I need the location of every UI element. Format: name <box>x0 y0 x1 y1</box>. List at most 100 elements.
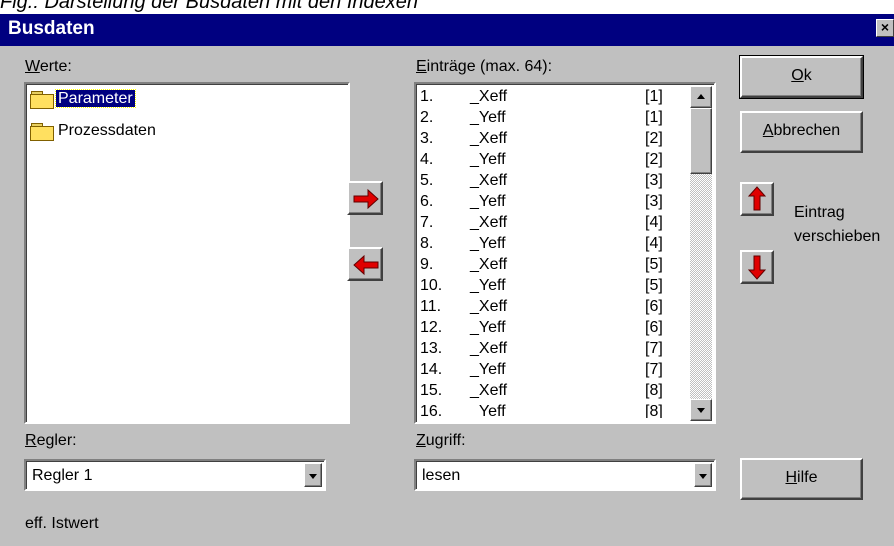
regler-select[interactable]: Regler 1 <box>24 459 326 491</box>
entry-num: 5. <box>420 172 434 189</box>
tree-item-label: Prozessdaten <box>58 122 156 139</box>
list-item[interactable]: 5. _Xeff [3] <box>420 172 690 193</box>
eintraege-label: Einträge (max. 64): <box>416 58 553 75</box>
entry-idx: [8] <box>645 403 663 418</box>
scroll-down-icon <box>697 408 705 413</box>
move-entry-label-1: Eintrag <box>794 204 845 221</box>
chevron-down-icon <box>309 474 317 479</box>
entry-num: 15. <box>420 382 443 399</box>
zugriff-dropdown-button[interactable] <box>694 463 712 487</box>
regler-value: Regler 1 <box>32 467 93 484</box>
entry-idx: [7] <box>645 361 663 378</box>
list-item[interactable]: 11. _Xeff [6] <box>420 298 690 319</box>
list-item[interactable]: 16. _Yeff [8] <box>420 403 690 418</box>
zugriff-value: lesen <box>422 467 461 484</box>
entry-name: _Xeff <box>470 298 508 315</box>
scroll-up-icon <box>697 94 705 99</box>
werte-label: Werte: <box>25 58 72 75</box>
list-item[interactable]: 12. _Yeff [6] <box>420 319 690 340</box>
entry-name: _Yeff <box>470 403 506 418</box>
entry-idx: [8] <box>645 382 663 399</box>
list-item[interactable]: 2. _Yeff [1] <box>420 109 690 130</box>
entry-idx: [1] <box>645 109 663 126</box>
entry-name: _Yeff <box>470 193 506 210</box>
scroll-down-button[interactable] <box>690 399 712 421</box>
eintraege-scrollbar[interactable] <box>690 86 712 421</box>
entry-num: 6. <box>420 193 434 210</box>
regler-dropdown-button[interactable] <box>304 463 322 487</box>
entry-name: _Yeff <box>470 361 506 378</box>
entry-num: 9. <box>420 256 434 273</box>
help-button[interactable]: Hilfe <box>740 458 863 500</box>
entry-name: _Xeff <box>470 382 508 399</box>
list-item[interactable]: 13. _Xeff [7] <box>420 340 690 361</box>
entry-idx: [3] <box>645 193 663 210</box>
regler-label: Regler: <box>25 432 77 449</box>
arrow-down-icon <box>747 255 767 280</box>
folder-icon <box>30 90 54 109</box>
list-item[interactable]: 15. _Xeff [8] <box>420 382 690 403</box>
window-title: Busdaten <box>8 18 95 39</box>
list-item[interactable]: 4. _Yeff [2] <box>420 151 690 172</box>
scroll-up-button[interactable] <box>690 86 712 108</box>
entry-num: 14. <box>420 361 443 378</box>
ok-button[interactable]: Ok <box>739 55 864 99</box>
entry-name: _Yeff <box>470 319 506 336</box>
scroll-thumb[interactable] <box>690 108 712 174</box>
help-button-label: Hilfe <box>785 469 818 486</box>
entry-idx: [1] <box>645 88 663 105</box>
list-item[interactable]: 14. _Yeff [7] <box>420 361 690 382</box>
arrow-up-icon <box>747 186 767 211</box>
arrow-left-icon <box>353 254 379 276</box>
entry-num: 1. <box>420 88 434 105</box>
entry-num: 11. <box>420 298 442 315</box>
tree-item-label: Parameter <box>55 89 136 108</box>
ok-button-label: Ok <box>791 67 812 84</box>
entry-num: 12. <box>420 319 443 336</box>
figure-caption-text: Fig.: Darstellung der Busdaten mit den I… <box>0 0 419 13</box>
list-item[interactable]: 9. _Xeff [5] <box>420 256 690 277</box>
entry-num: 13. <box>420 340 443 357</box>
werte-tree[interactable]: Parameter Prozessdaten <box>24 82 350 424</box>
list-item[interactable]: 7. _Xeff [4] <box>420 214 690 235</box>
entry-name: _Yeff <box>470 151 506 168</box>
entry-name: _Xeff <box>470 214 508 231</box>
move-up-button[interactable] <box>740 182 774 216</box>
entry-idx: [5] <box>645 277 663 294</box>
entry-idx: [2] <box>645 151 663 168</box>
cancel-button[interactable]: Abbrechen <box>740 111 863 153</box>
list-item[interactable]: 6. _Yeff [3] <box>420 193 690 214</box>
entry-idx: [3] <box>645 172 663 189</box>
entry-num: 3. <box>420 130 434 147</box>
entry-idx: [6] <box>645 319 663 336</box>
status-text: eff. Istwert <box>25 515 99 532</box>
remove-entry-button[interactable] <box>347 247 383 281</box>
tree-item-parameter[interactable]: Parameter <box>30 89 136 112</box>
entry-name: _Xeff <box>470 256 508 273</box>
entry-idx: [7] <box>645 340 663 357</box>
zugriff-select[interactable]: lesen <box>414 459 716 491</box>
entry-num: 16. <box>420 403 443 418</box>
entry-num: 2. <box>420 109 434 126</box>
entry-name: _Yeff <box>470 277 506 294</box>
entry-name: _Yeff <box>470 235 506 252</box>
list-item[interactable]: 1. _Xeff [1] <box>420 88 690 109</box>
list-item[interactable]: 10. _Yeff [5] <box>420 277 690 298</box>
tree-item-prozessdaten[interactable]: Prozessdaten <box>30 122 158 144</box>
move-down-button[interactable] <box>740 250 774 284</box>
entry-name: _Xeff <box>470 88 508 105</box>
entry-name: _Xeff <box>470 172 508 189</box>
entry-name: _Yeff <box>470 109 506 126</box>
entry-name: _Xeff <box>470 130 508 147</box>
entry-idx: [4] <box>645 235 663 252</box>
entry-idx: [2] <box>645 130 663 147</box>
folder-icon <box>30 122 54 141</box>
move-entry-label-2: verschieben <box>794 228 881 245</box>
list-item[interactable]: 8. _Yeff [4] <box>420 235 690 256</box>
cancel-button-label: Abbrechen <box>762 122 841 139</box>
list-item[interactable]: 3. _Xeff [2] <box>420 130 690 151</box>
zugriff-label: Zugriff: <box>416 432 466 449</box>
add-entry-button[interactable] <box>347 181 383 215</box>
figure-caption: Fig.: Darstellung der Busdaten mit den I… <box>0 0 894 14</box>
close-button[interactable]: × <box>876 19 894 37</box>
